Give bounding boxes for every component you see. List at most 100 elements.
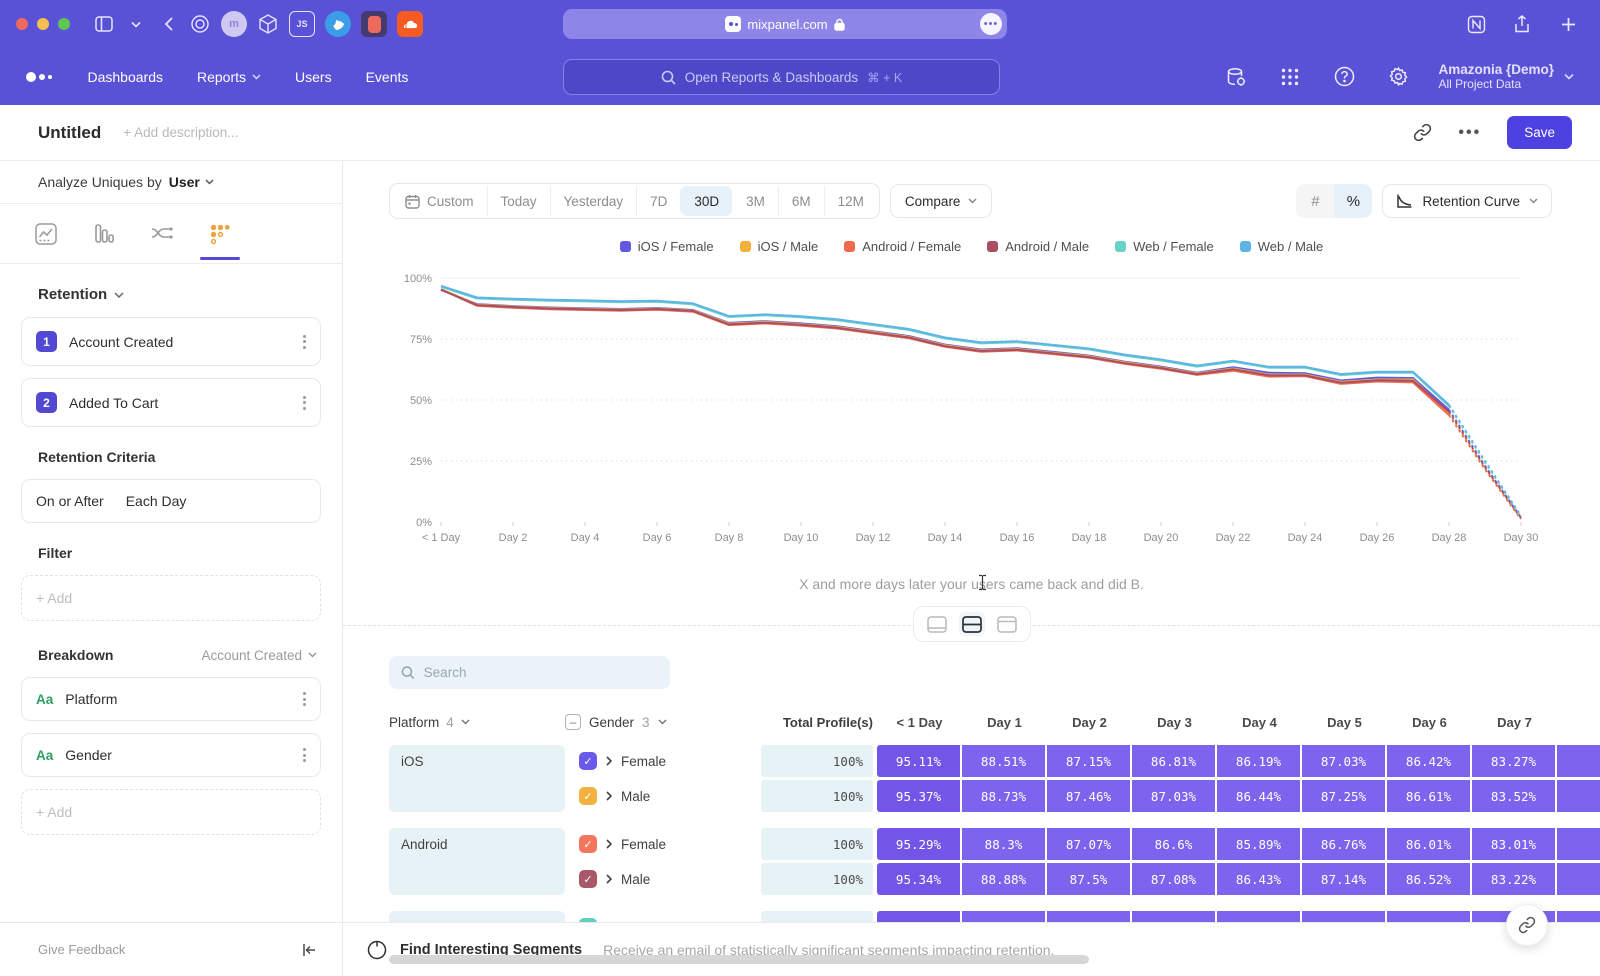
retention-value-cell[interactable]: 87.15% [1047,745,1130,777]
step-options-icon[interactable] [303,396,306,410]
step-options-icon[interactable] [303,335,306,349]
data-management-icon[interactable] [1223,64,1249,90]
retention-value-cell[interactable]: 83.27% [1472,745,1555,777]
pinned-app-photos-icon[interactable] [361,11,387,37]
range-12m[interactable]: 12M [824,186,877,216]
pinned-app-bird-icon[interactable] [325,11,351,37]
apps-grid-icon[interactable] [1277,64,1303,90]
expand-chevron-icon[interactable] [606,839,612,849]
select-all-checkbox[interactable]: – [565,714,581,730]
platform-cell[interactable]: iOS [389,745,565,812]
unit-percent-button[interactable]: % [1334,184,1372,218]
retention-value-cell[interactable]: 95.34% [877,863,960,895]
range-7d[interactable]: 7D [636,186,680,216]
horizontal-scrollbar[interactable] [389,955,1567,965]
series-checkbox[interactable]: ✓ [579,835,597,853]
pinned-app-target-icon[interactable] [187,11,213,37]
layout-split-button[interactable] [959,612,985,636]
retention-value-cell[interactable]: 87.07% [1047,828,1130,860]
retention-value-cell[interactable]: 88.3% [962,828,1045,860]
column-1-day[interactable]: < 1 Day [877,715,962,730]
window-zoom-button[interactable] [58,18,70,30]
retention-value-cell[interactable]: 85.89% [1217,828,1300,860]
expand-chevron-icon[interactable] [606,874,612,884]
gender-cell[interactable]: ✓Male [565,870,761,888]
pinned-app-js-icon[interactable]: JS [289,11,315,37]
series-checkbox[interactable]: ✓ [579,752,597,770]
retention-value-cell[interactable]: 87.03% [1132,780,1215,812]
retention-value-cell[interactable]: 83.22% [1472,863,1555,895]
retention-value-cell[interactable]: 86.6% [1132,828,1215,860]
pinned-app-soundcloud-icon[interactable] [397,11,423,37]
column-total-profiles[interactable]: Total Profile(s) [761,715,873,730]
retention-value-cell[interactable]: 86.52% [1387,863,1470,895]
range-30d[interactable]: 30D [680,186,732,216]
copy-link-icon[interactable] [1413,123,1432,142]
range-today[interactable]: Today [487,186,550,216]
window-close-button[interactable] [16,18,28,30]
address-bar[interactable]: mixpanel.com ••• [563,9,1007,39]
new-tab-icon[interactable] [1555,11,1581,37]
column-day-2[interactable]: Day 2 [1047,715,1132,730]
pinned-app-m-icon[interactable]: m [221,11,247,37]
gender-cell[interactable]: ✓Female [565,752,761,770]
add-breakdown-button[interactable]: + Add [21,789,321,835]
settings-gear-icon[interactable] [1385,64,1411,90]
column-day-6[interactable]: Day 6 [1387,715,1472,730]
window-minimize-button[interactable] [37,18,49,30]
retention-section-header[interactable]: Retention [38,286,321,303]
column-day-7[interactable]: Day 7 [1472,715,1557,730]
series-checkbox[interactable]: ✓ [579,787,597,805]
mixpanel-logo[interactable] [26,72,52,82]
column-day-1[interactable]: Day 1 [962,715,1047,730]
retention-value-cell[interactable]: 86.76% [1302,828,1385,860]
column-day-3[interactable]: Day 3 [1132,715,1217,730]
retention-value-cell[interactable]: 86.81% [1132,745,1215,777]
range-yesterday[interactable]: Yesterday [550,186,637,216]
platform-cell[interactable]: Android [389,828,565,895]
nav-users[interactable]: Users [295,69,332,85]
breakdown-options-icon[interactable] [303,748,306,762]
more-options-icon[interactable]: ••• [1458,124,1481,142]
retention-step-a[interactable]: 1 Account Created [21,317,321,366]
add-filter-button[interactable]: + Add [21,575,321,621]
save-button[interactable]: Save [1507,116,1572,149]
legend-android-female[interactable]: Android / Female [844,239,961,254]
retention-value-cell[interactable]: 87.46% [1047,780,1130,812]
retention-value-cell[interactable]: 87.14% [1302,863,1385,895]
tab-retention[interactable] [198,208,242,260]
table-search[interactable] [389,656,670,689]
expand-chevron-icon[interactable] [606,791,612,801]
gender-cell[interactable]: ✓Male [565,787,761,805]
tab-insights[interactable] [24,208,68,260]
retention-value-cell[interactable]: 88.88% [962,863,1045,895]
criteria-mode[interactable]: On or After [36,493,104,509]
table-search-input[interactable] [424,665,658,680]
legend-android-male[interactable]: Android / Male [987,239,1089,254]
nav-events[interactable]: Events [366,69,409,85]
compare-button[interactable]: Compare [890,184,993,218]
collapse-sidebar-icon[interactable] [302,943,316,957]
retention-value-cell[interactable]: 86.01% [1387,828,1470,860]
column-platform[interactable]: Platform 4 [389,715,565,730]
retention-value-cell[interactable]: 95.37% [877,780,960,812]
criteria-interval[interactable]: Each Day [126,493,187,509]
retention-value-cell[interactable]: 87.25% [1302,780,1385,812]
legend-ios-male[interactable]: iOS / Male [740,239,819,254]
retention-value-cell[interactable]: 86.42% [1387,745,1470,777]
project-selector[interactable]: Amazonia {Demo} All Project Data [1438,62,1574,91]
tab-funnels[interactable] [82,208,126,260]
report-title[interactable]: Untitled [38,123,101,143]
layout-table-only-button[interactable] [994,612,1020,636]
chevron-down-icon[interactable] [123,11,149,37]
legend-web-male[interactable]: Web / Male [1240,239,1324,254]
range-custom[interactable]: Custom [392,186,487,216]
breakdown-scope-selector[interactable]: Account Created [201,648,317,663]
analyze-entity-selector[interactable]: User [169,174,214,190]
breakdown-platform[interactable]: Aa Platform [21,677,321,721]
legend-web-female[interactable]: Web / Female [1115,239,1214,254]
column-gender[interactable]: – Gender 3 [565,714,761,730]
back-icon[interactable] [155,11,181,37]
retention-value-cell[interactable]: 86.44% [1217,780,1300,812]
retention-value-cell[interactable]: 88.73% [962,780,1045,812]
